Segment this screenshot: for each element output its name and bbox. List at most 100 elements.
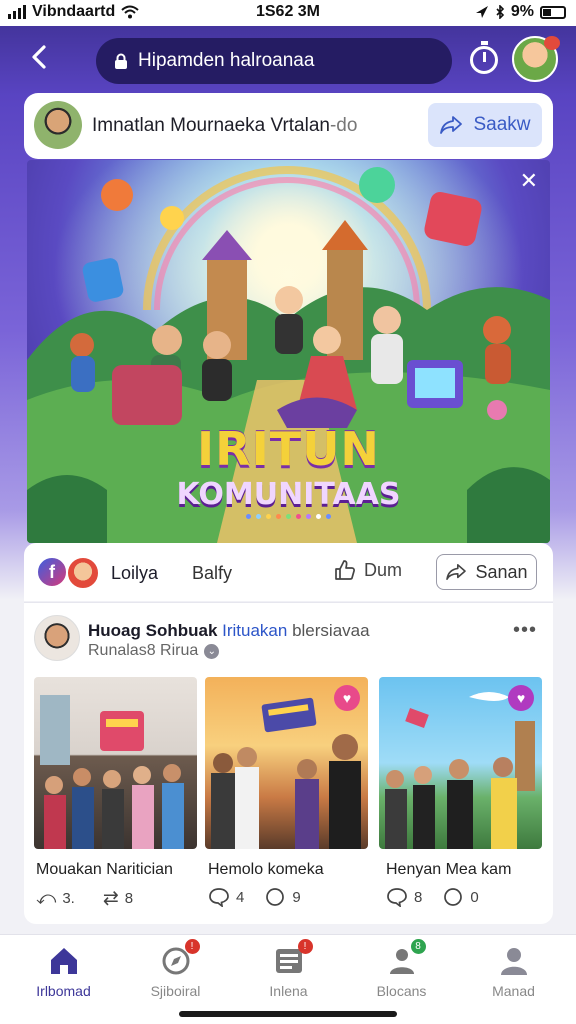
back-arrow-icon <box>32 45 46 69</box>
timer-icon[interactable] <box>470 41 498 74</box>
location-icon <box>475 6 488 18</box>
community-banner[interactable]: ✕ IRITUN KOMUNITAAS <box>27 160 550 543</box>
post-item-1-stats: ⤺ 3. ⇄ 8 <box>36 887 133 910</box>
post-thumbnail-3[interactable]: ♥ <box>379 677 542 849</box>
back-button[interactable] <box>28 44 60 76</box>
comment-icon[interactable] <box>208 887 230 907</box>
post-item-2-label[interactable]: Hemolo komeka <box>208 861 324 879</box>
status-right: 9% <box>475 3 566 21</box>
post-item-2-stat2: 9 <box>292 888 301 906</box>
reaction-app-icon: f <box>36 556 68 588</box>
nav-label-profile: Manad <box>492 983 535 999</box>
post-item-1-stat2: 8 <box>124 890 134 907</box>
explore-icon: ! <box>160 939 200 977</box>
nav-item-news[interactable]: ! Inlena <box>231 935 346 1005</box>
news-icon: ! <box>273 939 313 977</box>
post-item-3-stat2: 0 <box>470 888 479 906</box>
notification-badge: ! <box>184 939 200 954</box>
notification-badge: ! <box>297 939 313 954</box>
home-icon <box>48 945 80 977</box>
address-text: Hipamden halroanaa <box>138 50 315 71</box>
nav-item-home[interactable]: Irlbomad <box>6 935 121 1005</box>
top-navigation: Hipamden halroanaa <box>0 30 576 90</box>
chat-icon[interactable] <box>442 887 464 907</box>
creator-avatar[interactable] <box>34 101 82 149</box>
lock-icon <box>115 53 127 69</box>
share-icon <box>440 116 463 134</box>
creator-name[interactable]: Imnatlan Mournaeka Vrtalan-do <box>92 115 357 137</box>
share-icon <box>446 563 467 581</box>
post-item-3-label[interactable]: Henyan Mea kam <box>386 861 511 879</box>
share-post-button[interactable]: Sanan <box>436 554 537 590</box>
battery-icon <box>540 5 566 19</box>
post-author-avatar[interactable] <box>34 615 80 661</box>
reaction-label-secondary[interactable]: Balfy <box>192 563 232 584</box>
post-thumbnail-2[interactable]: ♥ <box>205 677 368 849</box>
reply-icon[interactable]: ⤺ <box>36 888 56 910</box>
nav-label-explore: Sjiboiral <box>150 983 201 999</box>
banner-close-button[interactable]: ✕ <box>520 170 538 192</box>
creator-card: Imnatlan Mournaeka Vrtalan-do Saakw <box>24 93 553 159</box>
close-icon: ✕ <box>519 168 538 193</box>
nav-item-groups[interactable]: 8 Blocans <box>344 935 459 1005</box>
banner-title: IRITUN <box>197 422 380 476</box>
post-author-name[interactable]: Huoag Sohbuak <box>88 621 217 640</box>
pagination-dot[interactable] <box>316 514 321 519</box>
nav-label-groups: Blocans <box>376 983 427 999</box>
status-bar: Vibndaartd 1S62 3M 9% <box>0 0 576 26</box>
post-title-link[interactable]: Irituakan <box>222 621 287 640</box>
comment-icon[interactable] <box>386 887 408 907</box>
chat-icon[interactable] <box>264 887 286 907</box>
nav-item-profile[interactable]: Manad <box>456 935 571 1005</box>
reaction-bar: f Loilya Balfy Dum Sanan <box>24 543 553 601</box>
thumbs-up-icon <box>335 560 355 580</box>
like-button[interactable]: Dum <box>334 559 402 581</box>
more-dots-icon: ••• <box>512 619 537 641</box>
post-thumbnail-1[interactable] <box>34 677 197 849</box>
pagination-dot[interactable] <box>276 514 281 519</box>
post-card: Huoag Sohbuak Irituakan blersiavaa Runal… <box>24 602 553 924</box>
creator-name-suffix: -do <box>329 115 358 136</box>
pagination-dot[interactable] <box>286 514 291 519</box>
chevron-down-icon[interactable]: ⌄ <box>204 643 220 659</box>
post-item-3-stat1: 8 <box>414 888 423 906</box>
groups-icon: 8 <box>386 939 426 977</box>
nav-label-news: Inlena <box>269 983 308 999</box>
heart-icon[interactable]: ♥ <box>508 685 534 711</box>
share-label: Saakw <box>473 114 531 135</box>
bluetooth-icon <box>496 5 505 19</box>
heart-icon[interactable]: ♥ <box>334 685 360 711</box>
share-post-label: Sanan <box>475 561 528 582</box>
post-subtitle-text: Runalas8 Rirua <box>88 642 199 659</box>
banner-pagination-dots <box>27 514 550 519</box>
pagination-dot[interactable] <box>266 514 271 519</box>
home-indicator <box>179 1011 397 1017</box>
post-item-2-stats: 4 9 <box>208 887 301 907</box>
share-button[interactable]: Saakw <box>428 103 542 147</box>
pagination-dot[interactable] <box>326 514 331 519</box>
reaction-avatars[interactable]: f <box>36 556 106 590</box>
avatar[interactable] <box>512 36 560 82</box>
post-item-1-stat1: 3. <box>62 890 75 907</box>
post-item-3-stats: 8 0 <box>386 887 479 907</box>
nav-item-explore[interactable]: ! Sjiboiral <box>118 935 233 1005</box>
notification-badge: 8 <box>410 939 426 954</box>
profile-icon <box>498 945 530 977</box>
more-options-button[interactable]: ••• <box>513 619 537 642</box>
pagination-dot[interactable] <box>256 514 261 519</box>
banner-subtitle: KOMUNITAAS <box>176 477 401 512</box>
battery-percent: 9% <box>510 3 534 20</box>
post-title: Huoag Sohbuak Irituakan blersiavaa <box>88 621 370 641</box>
repost-icon[interactable]: ⇄ <box>103 887 119 910</box>
nav-label-home: Irlbomad <box>36 983 91 999</box>
pagination-dot[interactable] <box>306 514 311 519</box>
address-bar[interactable]: Hipamden halroanaa <box>96 38 452 84</box>
pagination-dot[interactable] <box>246 514 251 519</box>
post-subtitle: Runalas8 Rirua ⌄ <box>88 642 220 660</box>
pagination-dot[interactable] <box>296 514 301 519</box>
creator-name-text: Imnatlan Mournaeka Vrtalan <box>92 115 330 136</box>
like-label: Dum <box>364 559 403 580</box>
thumbnail-1-illustration <box>40 695 184 849</box>
reaction-label-primary[interactable]: Loilya <box>111 563 158 584</box>
post-item-1-label[interactable]: Mouakan Naritician <box>36 861 173 879</box>
